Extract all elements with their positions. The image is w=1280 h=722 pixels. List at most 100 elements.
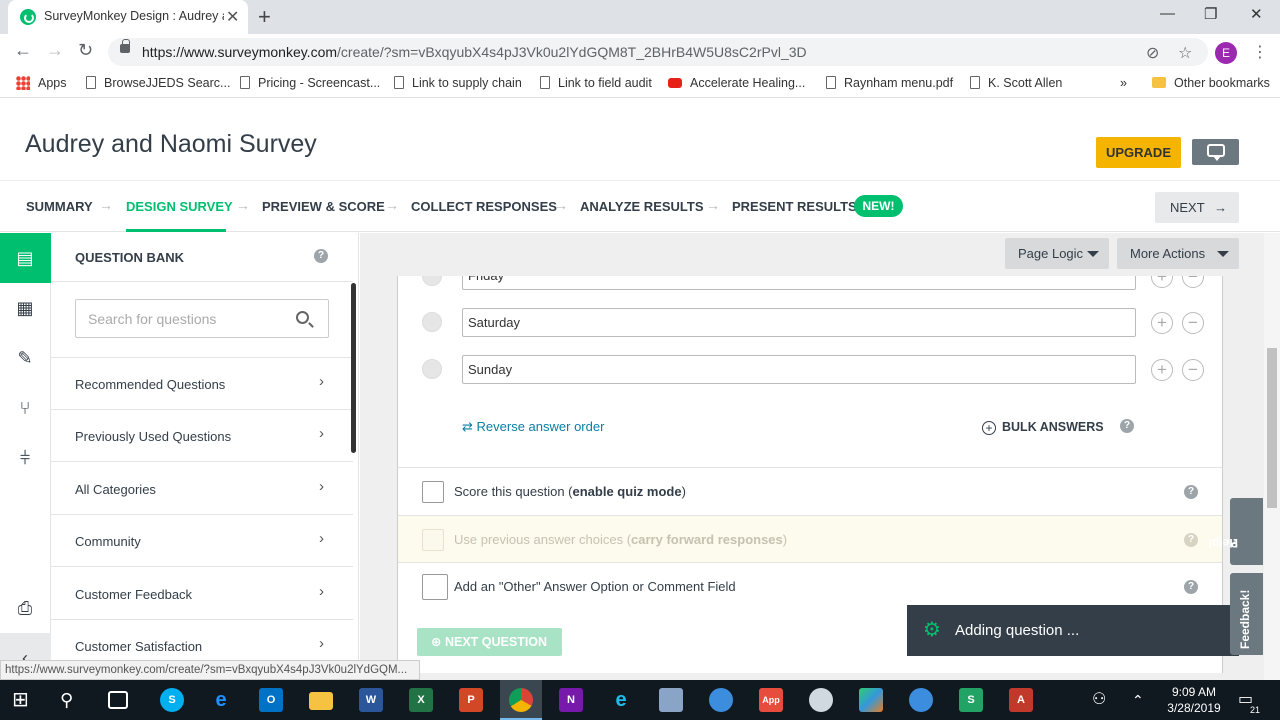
back-icon[interactable]: ← <box>14 40 32 61</box>
category-recommended[interactable]: Recommended Questions › <box>51 358 353 410</box>
rail-options[interactable]: ⫩ <box>0 433 51 483</box>
add-choice-icon[interactable]: + <box>1151 359 1173 381</box>
bookmark-item[interactable]: Accelerate Healing... <box>668 76 805 90</box>
word-icon[interactable]: W <box>359 688 383 712</box>
powerpoint-icon[interactable]: P <box>459 688 483 712</box>
upgrade-button[interactable]: UPGRADE <box>1096 137 1181 168</box>
excel-icon[interactable]: X <box>409 688 433 712</box>
onenote-icon[interactable]: N <box>559 688 583 712</box>
category-community[interactable]: Community › <box>51 515 353 567</box>
category-all[interactable]: All Categories › <box>51 463 353 515</box>
blocked-popup-icon[interactable]: ⊘ <box>1146 43 1159 63</box>
windows-start-icon[interactable]: ⊞ <box>12 688 36 712</box>
edge-icon[interactable]: e <box>209 688 233 712</box>
people-icon[interactable]: ⚇ <box>1092 688 1116 712</box>
search-icon[interactable]: ⚲ <box>60 688 84 712</box>
page-scrollbar[interactable] <box>1264 233 1280 680</box>
question-search-box[interactable] <box>75 299 329 338</box>
minimize-icon[interactable]: — <box>1160 5 1175 22</box>
rail-style[interactable]: ✎ <box>0 333 51 383</box>
paint-icon[interactable] <box>859 688 883 712</box>
feedback-side-tab[interactable]: Feedback! <box>1230 573 1263 655</box>
bookmark-item[interactable]: Pricing - Screencast... <box>240 76 380 90</box>
other-answer-option[interactable]: Add an "Other" Answer Option or Comment … <box>398 563 1222 609</box>
system-clock[interactable]: 9:09 AM 3/28/2019 <box>1163 684 1225 716</box>
question-bank-scrollbar[interactable] <box>351 283 356 453</box>
help-icon[interactable]: ? <box>1184 533 1198 547</box>
browser-menu-icon[interactable]: ⋮ <box>1252 42 1268 62</box>
reverse-answer-order-link[interactable]: ⇄ Reverse answer order <box>462 419 604 435</box>
bookmark-item[interactable]: K. Scott Allen <box>970 76 1062 90</box>
rail-builder[interactable]: ▦ <box>0 283 51 333</box>
chrome-icon[interactable] <box>509 688 533 712</box>
bookmark-item[interactable]: Link to field audit <box>540 76 652 90</box>
score-checkbox[interactable] <box>422 481 444 503</box>
url-bar[interactable]: https://www.surveymonkey.com/create/?sm=… <box>108 38 1208 66</box>
rail-print[interactable]: ⎙ <box>0 583 51 633</box>
remove-choice-icon[interactable]: − <box>1182 276 1204 288</box>
outlook-icon[interactable]: O <box>259 688 283 712</box>
step-summary[interactable]: SUMMARY <box>26 199 93 214</box>
window-close-icon[interactable]: ✕ <box>1250 5 1263 23</box>
reload-icon[interactable]: ↻ <box>78 40 93 61</box>
bookmark-item[interactable]: Link to supply chain <box>394 76 522 90</box>
help-icon[interactable]: ? <box>314 249 328 263</box>
step-analyze-results[interactable]: ANALYZE RESULTS <box>580 199 704 214</box>
category-customer-feedback[interactable]: Customer Feedback › <box>51 568 353 620</box>
action-center-icon[interactable]: ▭ 21 <box>1238 688 1262 715</box>
add-choice-icon[interactable]: + <box>1151 276 1173 288</box>
profile-avatar[interactable]: E <box>1215 42 1237 64</box>
category-previously-used[interactable]: Previously Used Questions › <box>51 410 353 462</box>
step-present-results[interactable]: PRESENT RESULTS <box>732 199 857 214</box>
scrollbar-thumb[interactable] <box>1267 348 1277 508</box>
more-actions-button[interactable]: More Actions <box>1117 238 1239 269</box>
help-icon[interactable]: ? <box>1184 485 1198 499</box>
answer-choice-input[interactable]: Sunday <box>462 355 1136 384</box>
close-tab-icon[interactable]: ✕ <box>226 7 239 27</box>
search-icon[interactable] <box>296 311 309 324</box>
rail-question-bank[interactable]: ▤ <box>0 233 51 283</box>
chat-button[interactable] <box>1192 139 1239 165</box>
remove-choice-icon[interactable]: − <box>1182 359 1204 381</box>
internet-explorer-icon[interactable]: e <box>609 688 633 712</box>
messenger-icon[interactable] <box>909 688 933 712</box>
other-bookmarks[interactable]: Other bookmarks <box>1152 76 1270 90</box>
step-collect-responses[interactable]: COLLECT RESPONSES <box>411 199 557 214</box>
browser-tab[interactable]: SurveyMonkey Design : Audrey a ✕ <box>8 0 248 34</box>
forward-icon[interactable]: → <box>46 40 64 61</box>
task-view-icon[interactable] <box>108 691 128 709</box>
acrobat-icon[interactable]: A <box>1009 688 1033 712</box>
chat-app-icon[interactable] <box>709 688 733 712</box>
skype-icon[interactable]: S <box>160 688 184 712</box>
score-question-option[interactable]: Score this question (enable quiz mode) ? <box>398 468 1222 514</box>
app-icon[interactable]: App <box>759 688 783 712</box>
step-preview-score[interactable]: PREVIEW & SCORE <box>262 199 385 214</box>
bookmark-item[interactable]: BrowseJJEDS Searc... <box>86 76 230 90</box>
answer-choice-input[interactable]: Friday <box>462 276 1136 290</box>
bookmark-star-icon[interactable]: ☆ <box>1178 43 1192 63</box>
file-explorer-icon[interactable] <box>309 692 333 710</box>
add-choice-icon[interactable]: + <box>1151 312 1173 334</box>
show-hidden-icons-chevron-up-icon[interactable]: ⌃ <box>1132 688 1156 712</box>
new-tab-icon[interactable]: + <box>258 4 271 30</box>
other-answer-checkbox[interactable] <box>422 574 448 600</box>
next-question-button[interactable]: ⊕ NEXT QUESTION <box>417 628 562 656</box>
help-icon[interactable]: ? <box>1120 419 1134 433</box>
question-search-input[interactable] <box>88 309 288 329</box>
camtasia-icon[interactable]: S <box>959 688 983 712</box>
page-logic-button[interactable]: Page Logic <box>1005 238 1109 269</box>
rail-logic[interactable]: ⑂ <box>0 383 51 433</box>
computer-app-icon[interactable] <box>659 688 683 712</box>
bookmark-item[interactable]: Raynham menu.pdf <box>826 76 953 90</box>
step-design-survey[interactable]: DESIGN SURVEY <box>126 199 233 214</box>
help-icon[interactable]: ? <box>1184 580 1198 594</box>
help-side-tab[interactable]: ? Help! <box>1208 498 1263 565</box>
next-button[interactable]: NEXT → <box>1155 192 1239 223</box>
bulk-answers-button[interactable]: + BULK ANSWERS <box>982 420 1104 435</box>
bookmarks-overflow[interactable]: » <box>1120 76 1127 90</box>
restore-icon[interactable]: ❐ <box>1204 5 1217 23</box>
bookmark-apps[interactable]: Apps <box>16 76 67 90</box>
survey-title[interactable]: Audrey and Naomi Survey <box>25 130 317 159</box>
answer-choice-input[interactable]: Saturday <box>462 308 1136 337</box>
network-app-icon[interactable] <box>809 688 833 712</box>
